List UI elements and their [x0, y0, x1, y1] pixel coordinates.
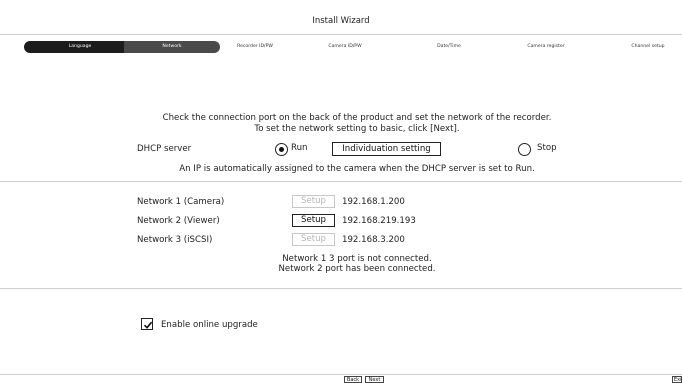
instruction-line-2: To set the network setting to basic, cli… [254, 124, 460, 134]
exit-button[interactable]: Exit [672, 376, 682, 383]
step-channel-setup[interactable]: Channel setup [622, 41, 674, 53]
step-network[interactable]: Network [124, 41, 220, 53]
dhcp-server-label: DHCP server [137, 144, 192, 154]
network-2-setup-button[interactable]: Setup [292, 214, 335, 227]
step-date-time[interactable]: Date/Time [424, 41, 474, 53]
checkmark-icon [143, 321, 153, 329]
step-language[interactable]: Language [24, 41, 136, 53]
window-title: Install Wizard [312, 16, 370, 26]
port-status-line-2: Network 2 port has been connected. [278, 264, 436, 274]
section-divider-1 [0, 181, 682, 182]
network-1-setup-button[interactable]: Setup [292, 195, 335, 208]
footer-divider [0, 374, 682, 375]
dhcp-stop-radio[interactable] [518, 143, 531, 156]
dhcp-note: An IP is automatically assigned to the c… [179, 164, 535, 174]
section-divider-2 [0, 288, 682, 289]
network-2-label: Network 2 (Viewer) [137, 216, 220, 226]
network-1-label: Network 1 (Camera) [137, 197, 225, 207]
enable-online-upgrade-label: Enable online upgrade [161, 320, 258, 330]
radio-filled-icon [279, 147, 284, 152]
dhcp-stop-label: Stop [537, 143, 557, 153]
back-button[interactable]: Back [344, 376, 362, 383]
enable-online-upgrade-checkbox[interactable] [141, 318, 153, 330]
network-3-ip: 192.168.3.200 [342, 235, 405, 245]
step-recorder-id-pw[interactable]: Recorder ID/PW [230, 41, 280, 53]
network-3-label: Network 3 (iSCSI) [137, 235, 213, 245]
instruction-line-1: Check the connection port on the back of… [162, 113, 552, 123]
dhcp-run-label: Run [291, 143, 308, 153]
dhcp-run-radio[interactable] [275, 143, 288, 156]
step-camera-id-pw[interactable]: Camera ID/PW [320, 41, 370, 53]
individuation-setting-button[interactable]: Individuation setting [332, 142, 441, 156]
wizard-stepper: Language Network Recorder ID/PW Camera I… [24, 41, 682, 53]
next-button[interactable]: Next [365, 376, 384, 383]
network-2-ip: 192.168.219.193 [342, 216, 416, 226]
step-camera-register[interactable]: Camera register [516, 41, 576, 53]
title-divider [0, 34, 682, 35]
network-3-setup-button[interactable]: Setup [292, 233, 335, 246]
install-wizard-window: Install Wizard Language Network Recorder… [0, 0, 682, 383]
network-1-ip: 192.168.1.200 [342, 197, 405, 207]
